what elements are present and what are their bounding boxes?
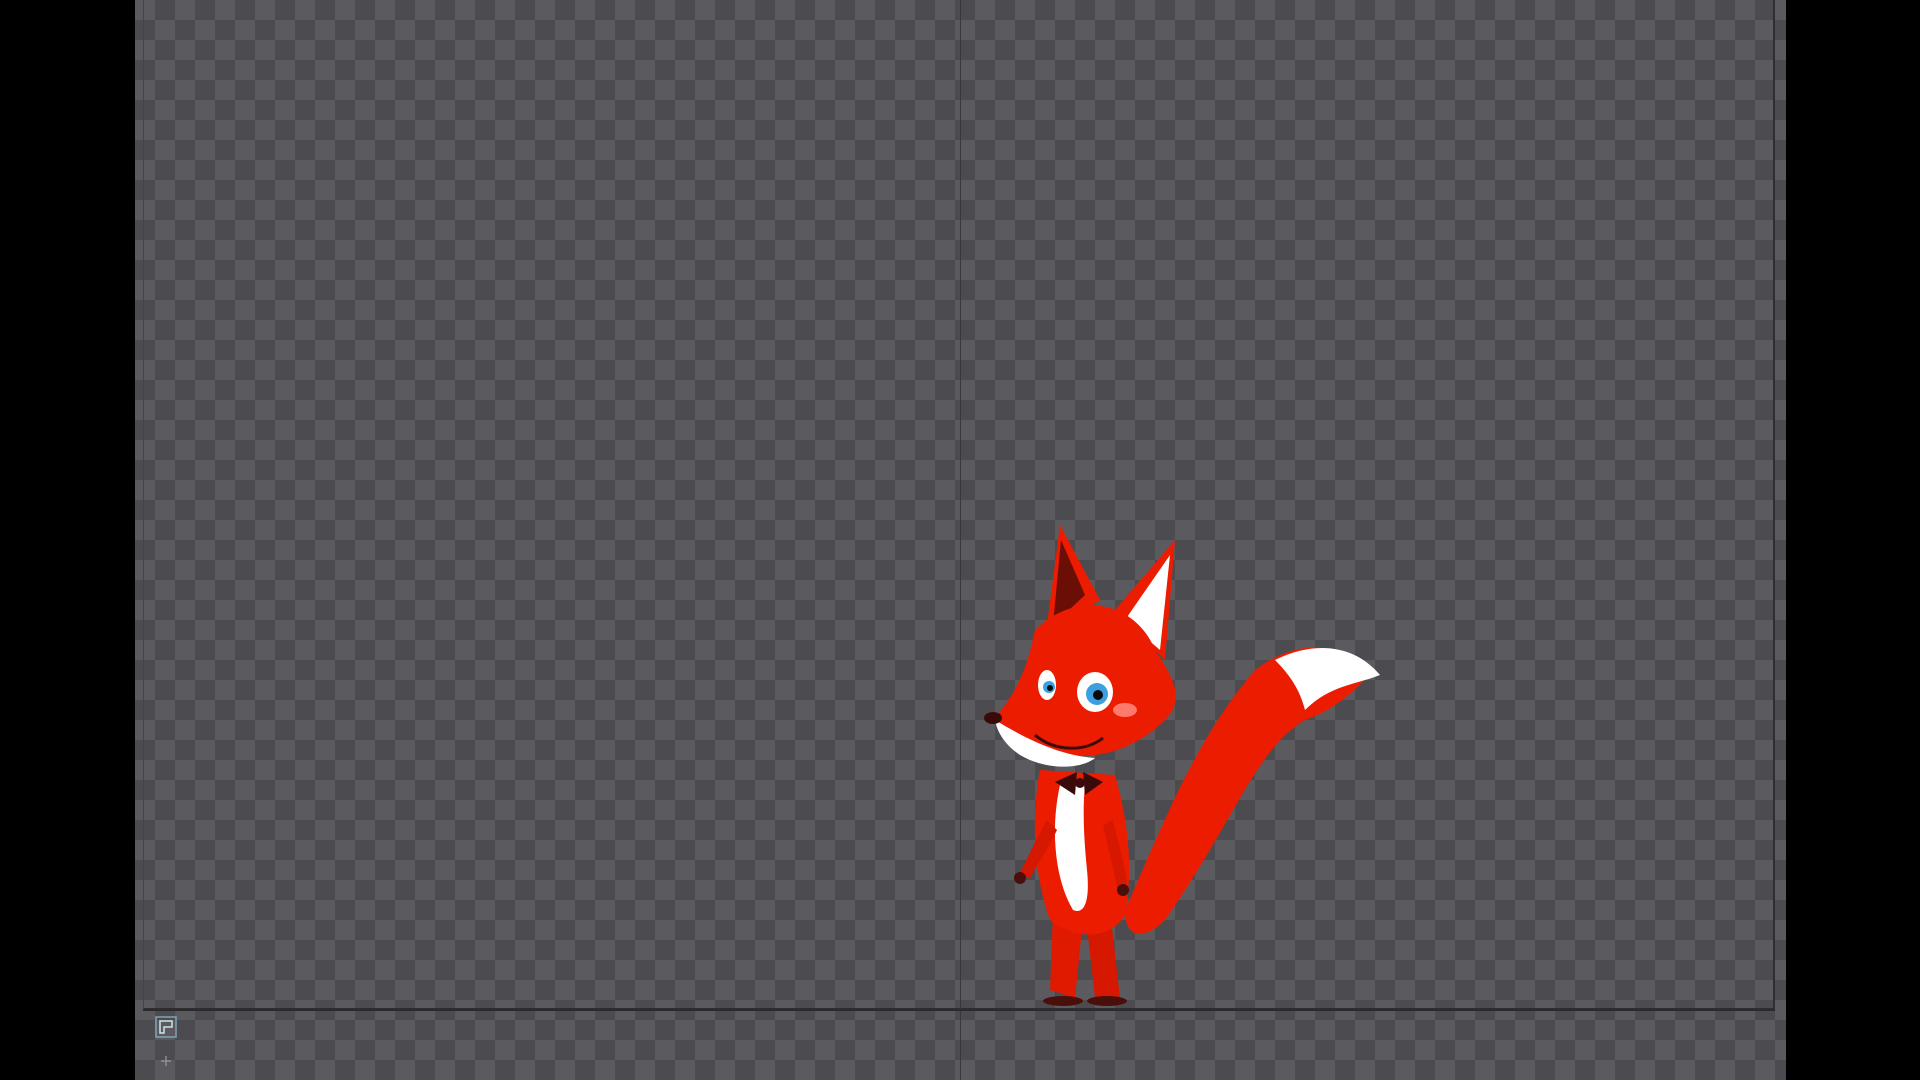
fox-character[interactable]: [835, 520, 1395, 1020]
letterbox-right: [1786, 0, 1920, 1080]
fox-body: [1014, 770, 1130, 935]
origin-transform-icon[interactable]: [155, 1016, 177, 1038]
letterbox-left: [0, 0, 135, 1080]
animation-viewport[interactable]: [135, 0, 1786, 1080]
fox-head: [984, 525, 1176, 767]
plus-icon[interactable]: [160, 1052, 172, 1066]
